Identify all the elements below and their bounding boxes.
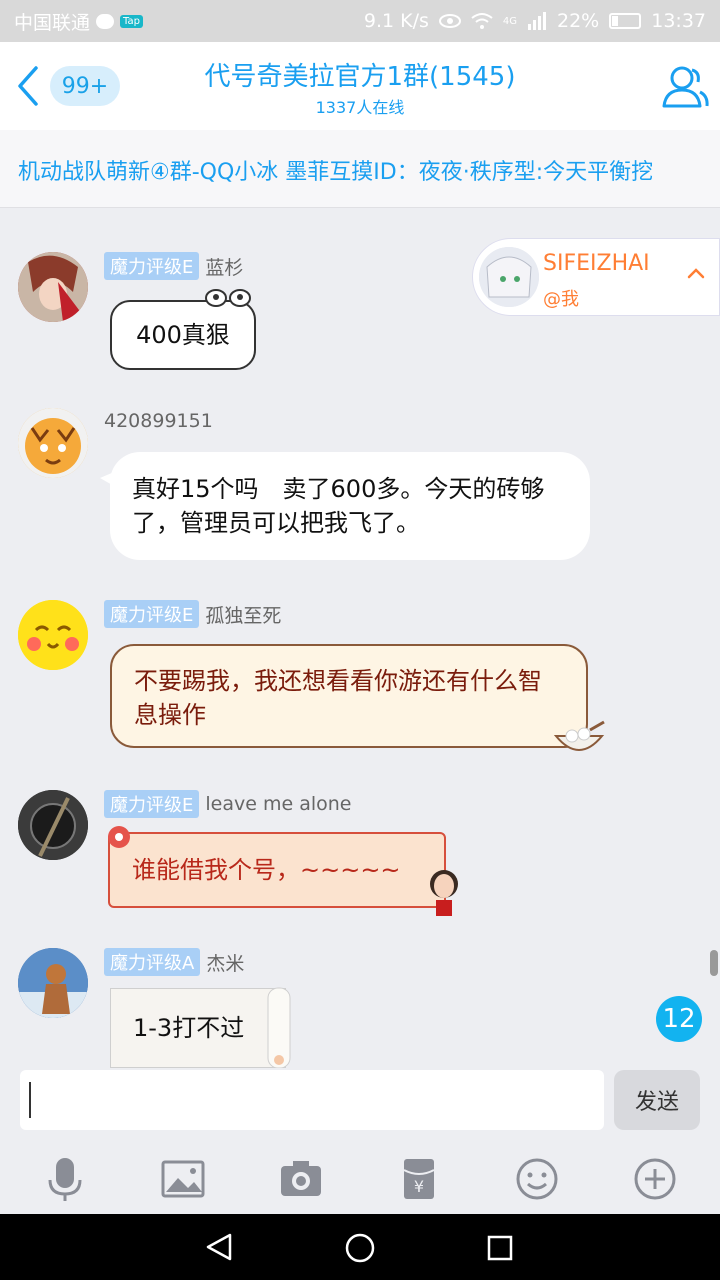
- message-bubble[interactable]: 1-3打不过: [110, 988, 286, 1068]
- message-bubble[interactable]: 400真狠: [110, 300, 256, 370]
- chevron-up-icon[interactable]: [687, 267, 705, 279]
- message-text: 真好15个吗 卖了600多。今天的砖够了，管理员可以把我飞了。: [132, 475, 545, 537]
- carrier-label: 中国联通: [14, 11, 91, 34]
- group-title: 代号奇美拉官方1群(1545): [204, 62, 516, 92]
- sender-meta: 魔力评级A 杰米: [104, 948, 244, 976]
- scrollbar-handle[interactable]: [710, 950, 718, 976]
- signal-label: 4G: [502, 15, 517, 27]
- emoji-icon[interactable]: [514, 1156, 560, 1202]
- sender-meta: 420899151: [104, 410, 213, 432]
- clock: 13:37: [651, 10, 706, 32]
- status-bar: 中国联通 Tap 9.1 K/s 4G 22% 13:37: [0, 0, 720, 42]
- mention-card[interactable]: SIFEIZHAI @我: [472, 238, 720, 316]
- wifi-icon: [471, 13, 493, 29]
- net-speed: 9.1 K/s: [363, 10, 429, 32]
- sender-meta: 魔力评级E 蓝杉: [104, 252, 243, 280]
- level-badge: 魔力评级E: [104, 600, 200, 628]
- level-badge: 魔力评级E: [104, 252, 200, 280]
- avatar[interactable]: [18, 948, 88, 1018]
- new-message-badge[interactable]: 12: [656, 996, 702, 1042]
- scroll-decoration-icon: [267, 987, 291, 1068]
- sender-name[interactable]: 孤独至死: [205, 601, 281, 628]
- sender-name[interactable]: leave me alone: [205, 793, 351, 815]
- message-text: 不要踢我，我还想看看你游还有什么智息操作: [134, 667, 542, 729]
- input-toolbar: ¥: [0, 1144, 720, 1214]
- sticker-girl-icon: [430, 870, 458, 916]
- text-caret: [29, 1082, 31, 1118]
- svg-text:¥: ¥: [414, 1177, 424, 1196]
- image-icon[interactable]: [160, 1156, 206, 1202]
- message-text: 400真狠: [136, 321, 230, 349]
- input-bar: 发送: [0, 1068, 720, 1142]
- sender-name[interactable]: 杰米: [206, 949, 244, 976]
- chat-notification-icon: [96, 13, 115, 29]
- tap-app-icon: Tap: [120, 14, 143, 28]
- level-badge: 魔力评级A: [104, 948, 201, 976]
- group-notice-banner[interactable]: 机动战队萌新④群-QQ小冰 墨菲互摸ID：夜夜·秩序型:今天平衡挖: [0, 130, 720, 208]
- system-nav-bar: [0, 1214, 720, 1280]
- battery-percent: 22%: [557, 10, 600, 32]
- mention-avatar: [479, 247, 539, 307]
- message-text: 1-3打不过: [133, 1014, 245, 1042]
- message-list[interactable]: 魔力评级E 蓝杉 400真狠 SIFEIZHAI @我 420899151 真好…: [0, 208, 720, 1068]
- sender-name[interactable]: 蓝杉: [205, 253, 243, 280]
- send-button[interactable]: 发送: [614, 1070, 700, 1130]
- message-bubble[interactable]: 不要踢我，我还想看看你游还有什么智息操作: [110, 644, 588, 748]
- plus-icon[interactable]: [632, 1156, 678, 1202]
- back-icon[interactable]: [14, 64, 42, 108]
- online-count: 1337人在线: [315, 98, 405, 117]
- nav-back-icon[interactable]: [204, 1232, 234, 1262]
- sender-meta: 魔力评级E 孤独至死: [104, 600, 281, 628]
- nav-home-icon[interactable]: [344, 1232, 376, 1264]
- flower-icon: [108, 826, 130, 848]
- message-input[interactable]: [20, 1070, 604, 1130]
- nav-recents-icon[interactable]: [486, 1234, 514, 1262]
- members-icon[interactable]: [660, 62, 710, 110]
- unread-badge[interactable]: 99+: [50, 66, 120, 106]
- bubble-tail: [100, 472, 114, 486]
- avatar[interactable]: [18, 408, 88, 478]
- message-bubble[interactable]: 真好15个吗 卖了600多。今天的砖够了，管理员可以把我飞了。: [100, 452, 590, 560]
- battery-icon: [609, 13, 642, 29]
- rice-bowl-icon: [553, 720, 605, 751]
- notice-text: 机动战队萌新④群-QQ小冰 墨菲互摸ID：夜夜·秩序型:今天平衡挖: [18, 160, 654, 185]
- signal-icon: [528, 12, 546, 30]
- camera-icon[interactable]: [278, 1156, 324, 1202]
- mic-icon[interactable]: [42, 1156, 88, 1202]
- avatar[interactable]: [18, 790, 88, 860]
- level-badge: 魔力评级E: [104, 790, 200, 818]
- chat-header: 99+ 代号奇美拉官方1群(1545) 1337人在线: [0, 42, 720, 130]
- mention-label: @我: [543, 289, 579, 310]
- avatar[interactable]: [18, 600, 88, 670]
- message-bubble[interactable]: 谁能借我个号，~~~~~: [108, 832, 446, 908]
- bubble-decoration-icon: [205, 289, 251, 307]
- mention-sender: SIFEIZHAI: [543, 251, 650, 276]
- red-packet-icon[interactable]: ¥: [396, 1156, 442, 1202]
- sender-name[interactable]: 420899151: [104, 410, 213, 432]
- message-text: 谁能借我个号，~~~~~: [132, 856, 401, 884]
- sender-meta: 魔力评级E leave me alone: [104, 790, 351, 818]
- avatar[interactable]: [18, 252, 88, 322]
- eye-icon: [438, 14, 461, 28]
